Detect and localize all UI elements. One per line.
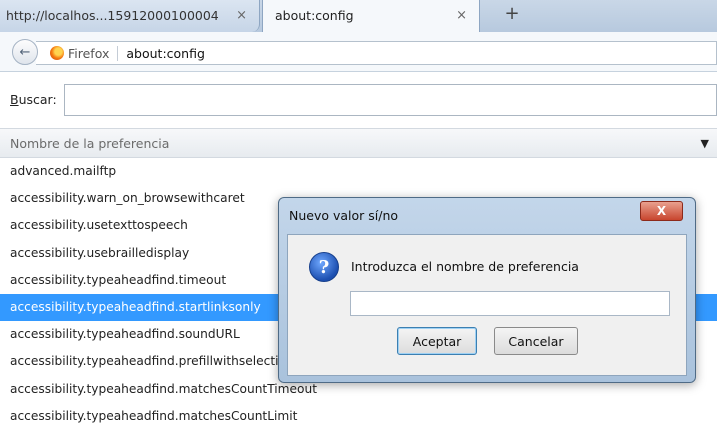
close-icon[interactable]: ×: [456, 4, 467, 28]
prompt-text: Introduzca el nombre de preferencia: [351, 259, 579, 274]
close-icon[interactable]: ×: [236, 4, 247, 28]
back-arrow-icon: ←: [19, 44, 31, 60]
search-row: Buscar:: [0, 84, 717, 116]
dialog-body: ? Introduzca el nombre de preferencia Ac…: [287, 234, 687, 376]
accept-button[interactable]: Aceptar: [397, 327, 477, 355]
url-bar[interactable]: Firefox about:config: [36, 41, 717, 65]
list-item[interactable]: advanced.mailftp: [0, 158, 717, 185]
preference-name-input[interactable]: [350, 291, 670, 316]
tab-label: about:config: [275, 8, 354, 23]
cancel-button[interactable]: Cancelar: [494, 327, 578, 355]
dialog-close-button[interactable]: X: [640, 201, 683, 221]
list-item[interactable]: accessibility.typeaheadfind.matchesCount…: [0, 403, 717, 430]
new-tab-button[interactable]: +: [494, 0, 530, 26]
tab-strip: http://localhos...15912000100004 × about…: [0, 0, 717, 32]
close-icon: X: [656, 204, 667, 218]
tab-label: http://localhos...15912000100004: [6, 8, 219, 23]
chevron-down-icon[interactable]: ▼: [701, 137, 709, 150]
new-boolean-dialog: Nuevo valor sí/no X ? Introduzca el nomb…: [278, 197, 696, 383]
tab-about-config[interactable]: about:config ×: [262, 0, 480, 32]
tab-localhost[interactable]: http://localhos...15912000100004 ×: [0, 0, 260, 32]
dialog-title: Nuevo valor sí/no: [289, 208, 399, 223]
navigation-bar: Firefox about:config ←: [0, 32, 717, 72]
url-text[interactable]: about:config: [126, 46, 205, 61]
search-label: Buscar:: [10, 92, 57, 107]
search-input[interactable]: [64, 84, 717, 116]
question-icon: ?: [309, 252, 339, 282]
column-header-label: Nombre de la preferencia: [10, 135, 170, 151]
back-button[interactable]: ←: [12, 39, 38, 65]
column-header-preference-name[interactable]: Nombre de la preferencia ▼: [0, 128, 717, 158]
firefox-icon: [50, 46, 64, 60]
identity-label[interactable]: Firefox: [68, 45, 119, 61]
